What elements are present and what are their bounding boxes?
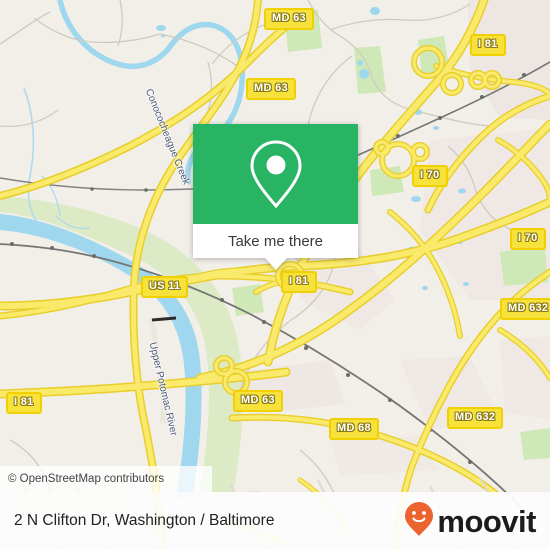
road-shield[interactable]: MD 632: [447, 407, 504, 429]
road-shield[interactable]: MD 63: [233, 390, 283, 412]
road-shield[interactable]: US 11: [141, 276, 189, 298]
footer-bar: 2 N Clifton Dr, Washington / Baltimore m…: [0, 492, 550, 550]
moovit-wordmark: moovit: [437, 503, 536, 539]
take-me-there-button[interactable]: Take me there: [193, 224, 358, 258]
road-shield[interactable]: I 81: [281, 271, 317, 293]
map-pin-icon: [245, 137, 307, 211]
destination-callout[interactable]: Take me there: [193, 124, 358, 270]
road-shield[interactable]: MD 63: [246, 78, 296, 100]
osm-attribution-text: © OpenStreetMap contributors: [8, 473, 165, 485]
road-shield[interactable]: I 70: [510, 228, 546, 250]
moovit-smiley-pin-icon: [404, 501, 434, 542]
callout-pin-panel: [193, 124, 358, 224]
road-shield[interactable]: I 81: [6, 392, 42, 414]
map-screenshot-root: MD 63 I 81 MD 63 I 70 I 70 US 11 I 81 MD…: [0, 0, 550, 550]
take-me-there-label: Take me there: [227, 232, 324, 250]
address-title: 2 N Clifton Dr, Washington / Baltimore: [14, 512, 275, 529]
callout-tail-arrow: [265, 258, 287, 270]
river-bridge: [151, 316, 177, 322]
moovit-brand[interactable]: moovit: [404, 501, 536, 542]
osm-attribution[interactable]: © OpenStreetMap contributors: [0, 466, 212, 492]
road-shield[interactable]: I 81: [470, 34, 506, 56]
road-shield[interactable]: MD 68: [329, 418, 379, 440]
road-shield[interactable]: MD 632: [500, 298, 550, 320]
road-shield[interactable]: MD 63: [264, 8, 314, 30]
road-shield[interactable]: I 70: [412, 165, 448, 187]
